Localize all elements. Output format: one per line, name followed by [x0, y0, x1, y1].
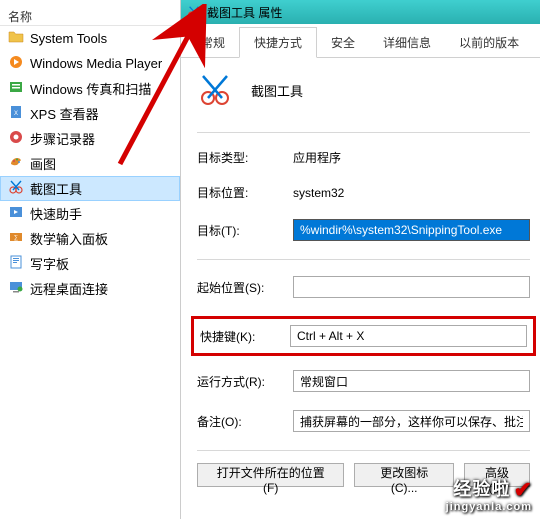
- rdp-icon: [8, 279, 24, 298]
- run-label: 运行方式(R):: [197, 373, 293, 390]
- svg-text:X: X: [14, 111, 18, 117]
- target-type-value: 应用程序: [293, 149, 530, 166]
- list-item-label: XPS 查看器: [30, 104, 99, 123]
- list-item[interactable]: 远程桌面连接: [0, 276, 180, 301]
- comment-input[interactable]: [293, 410, 530, 432]
- check-icon: ✔: [514, 477, 532, 503]
- open-file-location-button[interactable]: 打开文件所在的位置(F): [197, 463, 344, 487]
- change-icon-button[interactable]: 更改图标(C)...: [354, 463, 454, 487]
- wmp-icon: [8, 54, 24, 73]
- quick-icon: [8, 204, 24, 223]
- wordpad-icon: [8, 254, 24, 273]
- list-item[interactable]: System Tools: [0, 26, 180, 51]
- tab-bar: 常规快捷方式安全详细信息以前的版本: [181, 28, 540, 58]
- list-item[interactable]: X XPS 查看器: [0, 101, 180, 126]
- app-icon-snipping: [197, 72, 233, 108]
- target-location-value: system32: [293, 186, 530, 200]
- list-item-label: 数学输入面板: [30, 229, 108, 248]
- tab[interactable]: 快捷方式: [239, 27, 317, 58]
- list-item[interactable]: Windows Media Player: [0, 51, 180, 76]
- shortcut-key-highlight: 快捷键(K):: [191, 316, 536, 356]
- app-name-label: 截图工具: [251, 81, 303, 100]
- tab[interactable]: 详细信息: [369, 28, 445, 57]
- list-item[interactable]: 画图: [0, 151, 180, 176]
- target-input[interactable]: [293, 219, 530, 241]
- svg-text:∑: ∑: [14, 235, 18, 241]
- startin-label: 起始位置(S):: [197, 279, 293, 296]
- list-item-label: 截图工具: [30, 179, 82, 198]
- math-icon: ∑: [8, 229, 24, 248]
- properties-dialog: 截图工具 属性 常规快捷方式安全详细信息以前的版本 截图工具 目标类型: 应用程…: [180, 0, 540, 519]
- list-item[interactable]: Windows 传真和扫描: [0, 76, 180, 101]
- shortcut-key-input[interactable]: [290, 325, 527, 347]
- list-item[interactable]: 快速助手: [0, 201, 180, 226]
- list-item-label: 步骤记录器: [30, 129, 95, 148]
- list-item-label: 画图: [30, 154, 56, 173]
- divider: [197, 132, 530, 133]
- snip-icon: [187, 5, 201, 19]
- explorer-list: 名称 System Tools Windows Media Player Windo…: [0, 0, 180, 519]
- snip-icon: [8, 179, 24, 198]
- tab[interactable]: 以前的版本: [445, 28, 533, 57]
- steps-icon: [8, 129, 24, 148]
- startin-input[interactable]: [293, 276, 530, 298]
- shortcut-panel: 截图工具 目标类型: 应用程序 目标位置: system32 目标(T): 起始…: [181, 58, 540, 497]
- target-location-label: 目标位置:: [197, 184, 293, 201]
- list-item-label: Windows 传真和扫描: [30, 79, 151, 98]
- list-item-label: 远程桌面连接: [30, 279, 108, 298]
- list-item-label: 写字板: [30, 254, 69, 273]
- list-item[interactable]: 写字板: [0, 251, 180, 276]
- paint-icon: [8, 154, 24, 173]
- xps-icon: X: [8, 104, 24, 123]
- folder-icon: [8, 29, 24, 48]
- list-item-label: 快速助手: [30, 204, 82, 223]
- list-item-label: System Tools: [30, 31, 107, 46]
- watermark-text: 经验啦: [453, 479, 510, 499]
- shortcut-key-label: 快捷键(K):: [200, 328, 290, 345]
- watermark: 经验啦 ✔ jingyanla.com: [446, 475, 532, 513]
- list-item[interactable]: 步骤记录器: [0, 126, 180, 151]
- tab[interactable]: 常规: [187, 28, 239, 57]
- target-type-label: 目标类型:: [197, 149, 293, 166]
- list-item[interactable]: ∑ 数学输入面板: [0, 226, 180, 251]
- target-label: 目标(T):: [197, 222, 293, 239]
- list-item-label: Windows Media Player: [30, 56, 162, 71]
- list-item[interactable]: 截图工具: [0, 176, 180, 201]
- divider: [197, 259, 530, 260]
- fax-icon: [8, 79, 24, 98]
- dialog-titlebar[interactable]: 截图工具 属性: [181, 0, 540, 24]
- column-header-name[interactable]: 名称: [0, 4, 180, 26]
- dialog-title: 截图工具 属性: [207, 4, 282, 21]
- tab[interactable]: 安全: [317, 28, 369, 57]
- comment-label: 备注(O):: [197, 413, 293, 430]
- run-select[interactable]: [293, 370, 530, 392]
